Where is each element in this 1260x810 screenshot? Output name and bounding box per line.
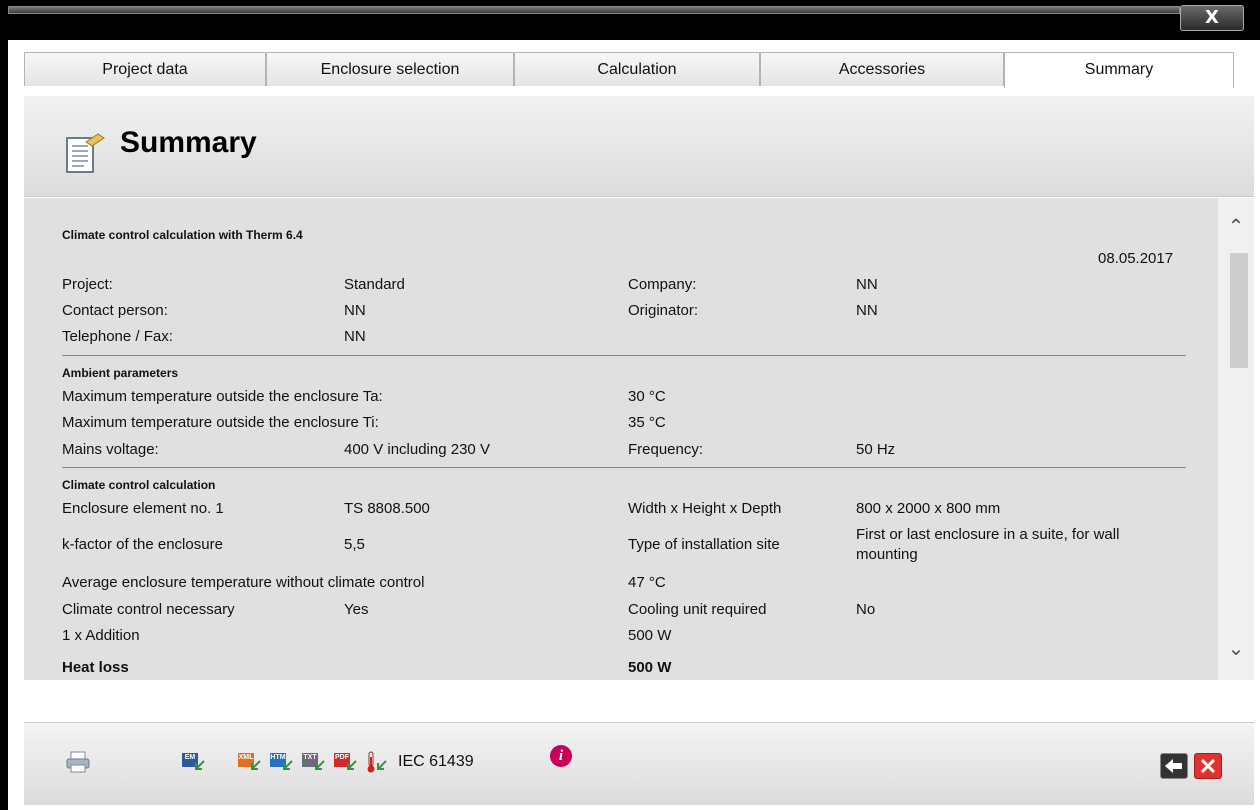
frequency-value: 50 Hz — [856, 441, 896, 458]
export-thermometer-icon[interactable] — [366, 751, 390, 773]
kfactor-label: k-factor of the enclosure — [62, 536, 223, 553]
print-icon[interactable] — [66, 751, 90, 773]
export-em-icon[interactable]: EM — [182, 751, 206, 773]
cooling-label: Cooling unit required — [628, 601, 767, 618]
tab-project-data[interactable]: Project data — [24, 52, 266, 86]
standard-label: IEC 61439 — [398, 753, 474, 770]
export-htm-icon[interactable]: HTM — [270, 751, 294, 773]
element-label: Enclosure element no. 1 — [62, 500, 224, 517]
heat-loss-value: 500 W — [628, 659, 672, 676]
vertical-scrollbar[interactable]: ⌃ ⌄ — [1218, 198, 1254, 680]
app-window: Project data Enclosure selection Calcula… — [8, 40, 1260, 810]
mains-label: Mains voltage: — [62, 441, 159, 458]
project-value: Standard — [344, 276, 405, 293]
title-bar-strip — [8, 6, 1180, 14]
project-label: Project: — [62, 276, 113, 293]
page-title: Summary — [120, 126, 257, 159]
scroll-up-icon[interactable]: ⌃ — [1218, 208, 1254, 244]
scroll-down-icon[interactable]: ⌄ — [1218, 630, 1254, 666]
phone-label: Telephone / Fax: — [62, 328, 173, 345]
contact-value: NN — [344, 302, 366, 319]
divider — [62, 355, 1186, 356]
addition-value: 500 W — [628, 627, 672, 644]
export-txt-icon[interactable]: TXT — [302, 751, 326, 773]
avg-temp-value: 47 °C — [628, 574, 666, 591]
export-pdf-icon[interactable]: PDF — [334, 751, 358, 773]
frequency-label: Frequency: — [628, 441, 704, 458]
addition-label: 1 x Addition — [62, 627, 140, 644]
ambient-section-title: Ambient parameters — [62, 366, 179, 380]
climate-section-title: Climate control calculation — [62, 478, 216, 492]
heat-loss-label: Heat loss — [62, 659, 129, 676]
clipboard-doc-icon — [66, 133, 105, 173]
report-heading: Climate control calculation with Therm 6… — [62, 228, 303, 242]
dimensions-label: Width x Height x Depth — [628, 500, 782, 517]
tab-accessories[interactable]: Accessories — [760, 52, 1004, 86]
summary-report: Climate control calculation with Therm 6… — [24, 198, 1218, 680]
contact-label: Contact person: — [62, 302, 168, 319]
tab-enclosure-selection[interactable]: Enclosure selection — [266, 52, 514, 86]
phone-value: NN — [344, 328, 366, 345]
originator-value: NN — [856, 302, 878, 319]
info-icon[interactable]: i — [550, 745, 572, 767]
site-value-line1: First or last enclosure in a suite, for … — [856, 526, 1120, 543]
title-bar: X — [0, 0, 1260, 32]
scroll-thumb[interactable] — [1230, 253, 1248, 368]
ta-label: Maximum temperature outside the enclosur… — [62, 388, 383, 405]
export-xml-icon[interactable]: XML — [238, 751, 262, 773]
back-button[interactable] — [1160, 753, 1188, 779]
company-label: Company: — [628, 276, 697, 293]
company-value: NN — [856, 276, 878, 293]
kfactor-value: 5,5 — [344, 536, 365, 553]
back-icon — [1165, 759, 1182, 773]
tab-bar: Project data Enclosure selection Calcula… — [24, 52, 1252, 88]
footer-toolbar: EM XML HTM TXT PDF IEC 61439 i — [24, 722, 1254, 805]
ta-value: 30 °C — [628, 388, 666, 405]
cooling-value: No — [856, 601, 876, 618]
dimensions-value: 800 x 2000 x 800 mm — [856, 500, 1001, 517]
close-button[interactable]: X — [1180, 5, 1244, 31]
report-date: 08.05.2017 — [1098, 250, 1174, 267]
cancel-icon — [1200, 758, 1216, 774]
mains-value: 400 V including 230 V — [344, 441, 490, 458]
avg-temp-label: Average enclosure temperature without cl… — [62, 574, 425, 591]
divider — [62, 467, 1186, 468]
necessary-label: Climate control necessary — [62, 601, 235, 618]
ti-label: Maximum temperature outside the enclosur… — [62, 414, 379, 431]
page-header: Summary — [24, 96, 1254, 197]
tab-summary[interactable]: Summary — [1004, 52, 1234, 88]
site-value-line2: mounting — [856, 546, 918, 563]
cancel-button[interactable] — [1194, 753, 1222, 779]
tab-calculation[interactable]: Calculation — [514, 52, 760, 86]
necessary-value: Yes — [344, 601, 369, 618]
element-value: TS 8808.500 — [344, 500, 430, 517]
originator-label: Originator: — [628, 302, 699, 319]
site-label: Type of installation site — [628, 536, 780, 553]
ti-value: 35 °C — [628, 414, 666, 431]
